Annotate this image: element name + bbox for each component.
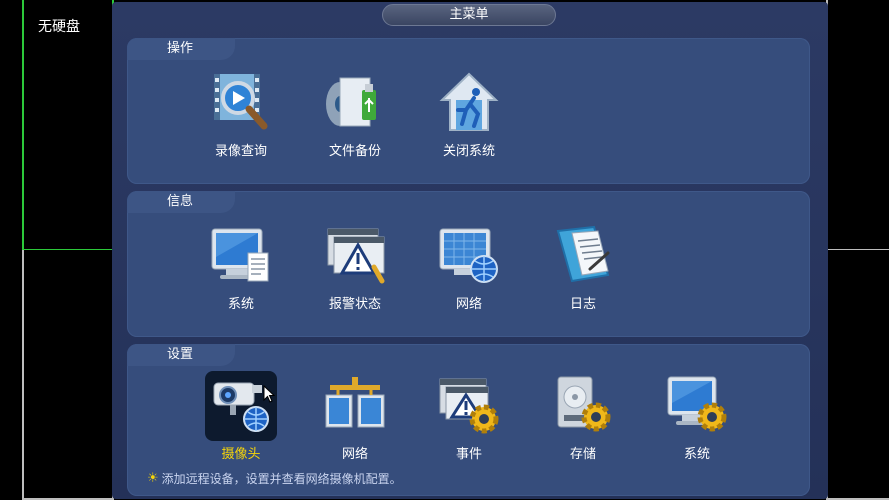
- file-backup-icon: [326, 77, 376, 127]
- menu-item-label: 网络: [341, 447, 368, 462]
- menu-item-label: 存储: [569, 447, 596, 462]
- menu-item-label: 文件备份: [328, 144, 381, 159]
- menu-item-event-settings[interactable]: 事件: [421, 371, 517, 462]
- menu-item-label: 报警状态: [328, 297, 381, 312]
- menu-item-shutdown[interactable]: 关闭系统: [421, 68, 517, 159]
- shutdown-icon: [439, 72, 499, 131]
- video-search-icon: [214, 74, 268, 130]
- storage-settings-icon: [557, 376, 611, 432]
- log-icon: [556, 225, 610, 283]
- system-info-icon: [211, 228, 269, 282]
- lightbulb-icon: ☀: [147, 471, 159, 486]
- no-disk-status: 无硬盘: [38, 19, 80, 35]
- menu-item-record-search[interactable]: 录像查询: [193, 68, 289, 159]
- settings-hint-text: 添加远程设备，设置并查看网络摄像机配置。: [161, 472, 402, 486]
- menu-item-label: 日志: [569, 297, 596, 312]
- network-settings-icon: [325, 377, 385, 428]
- menu-item-system-settings[interactable]: 系统: [649, 371, 745, 462]
- mouse-cursor-icon: [263, 385, 275, 403]
- network-info-icon: [439, 228, 498, 283]
- section-info: 信息 系统 报警状态 网络 日志: [127, 191, 810, 337]
- section-title-info: 信息: [127, 191, 235, 213]
- menu-item-storage-settings[interactable]: 存储: [535, 371, 631, 462]
- section-title-settings: 设置: [127, 344, 235, 366]
- menu-item-network-settings[interactable]: 网络: [307, 371, 403, 462]
- menu-item-label: 录像查询: [214, 144, 267, 159]
- camera-icon: [213, 382, 269, 432]
- menu-item-log[interactable]: 日志: [535, 221, 631, 312]
- menu-item-file-backup[interactable]: 文件备份: [307, 68, 403, 159]
- section-settings: 设置 摄像头 网络 事件 存储 系统 ☀ 添加远程设备，设置并查看网络摄像机配置…: [127, 344, 810, 496]
- menu-item-camera[interactable]: 摄像头: [193, 371, 289, 462]
- menu-item-label: 系统: [227, 297, 254, 312]
- menu-item-label: 事件: [455, 447, 482, 462]
- menu-item-network-info[interactable]: 网络: [421, 221, 517, 312]
- menu-item-label: 关闭系统: [442, 144, 495, 159]
- event-settings-icon: [439, 378, 499, 434]
- camera-cell-1[interactable]: [22, 0, 114, 251]
- menu-item-system-info[interactable]: 系统: [193, 221, 289, 312]
- menu-item-label: 摄像头: [221, 447, 261, 462]
- camera-cell-2[interactable]: [826, 0, 889, 251]
- system-settings-icon: [667, 376, 727, 432]
- alarm-status-icon: [327, 228, 385, 284]
- menu-item-alarm-status[interactable]: 报警状态: [307, 221, 403, 312]
- section-operations: 操作 录像查询 文件备份 关闭系统: [127, 38, 810, 184]
- window-title: 主菜单: [382, 4, 556, 26]
- camera-cell-4[interactable]: [826, 250, 889, 500]
- camera-cell-3[interactable]: [22, 250, 114, 500]
- menu-item-label: 系统: [683, 447, 710, 462]
- menu-item-label: 网络: [455, 297, 482, 312]
- section-title-operations: 操作: [127, 38, 235, 60]
- settings-hint: ☀ 添加远程设备，设置并查看网络摄像机配置。: [147, 470, 402, 487]
- main-menu-window: 主菜单 操作 录像查询 文件备份 关闭系统 信息 系统 报警状态 网络 日志 设…: [112, 2, 828, 499]
